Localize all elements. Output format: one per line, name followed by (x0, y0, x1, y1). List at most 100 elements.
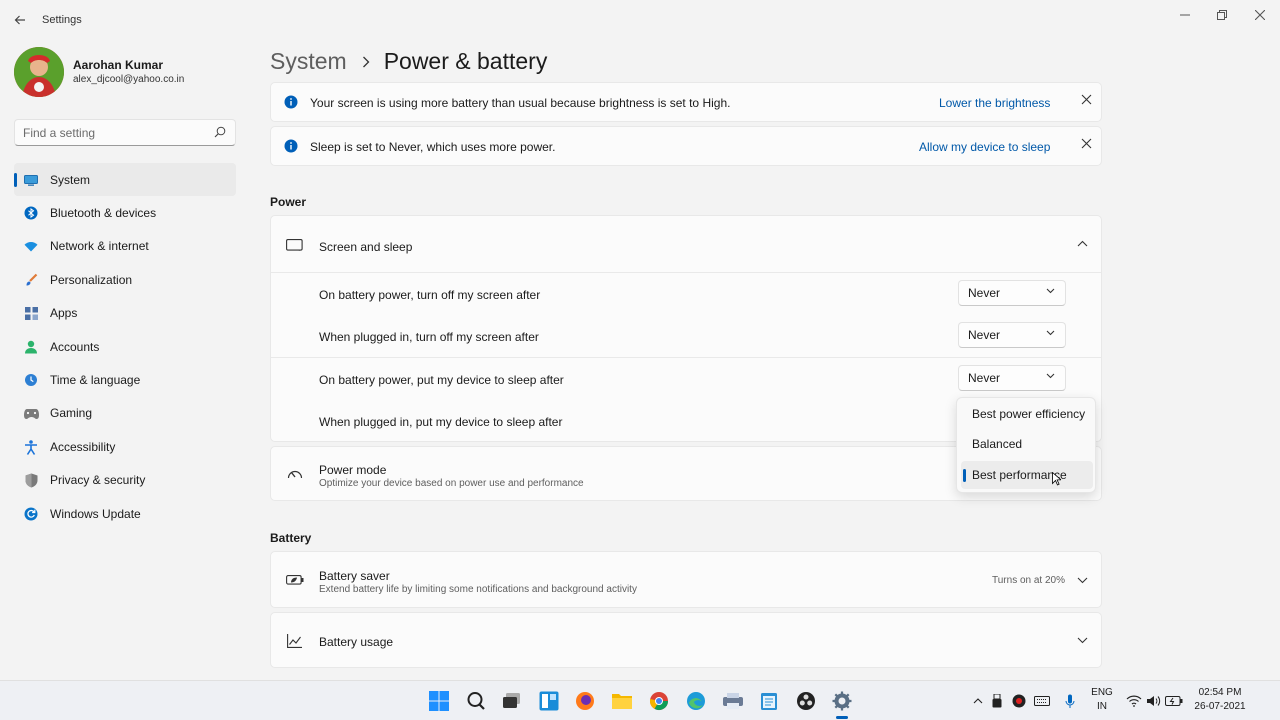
chevron-down-icon (1046, 330, 1055, 336)
sidebar-item-system[interactable]: System (14, 163, 236, 197)
battery-saver-icon (286, 575, 304, 585)
page-title: Power & battery (383, 48, 548, 74)
sidebar-item-label: Accounts (50, 339, 100, 354)
battery-icon[interactable] (1164, 689, 1184, 713)
task-view-icon[interactable] (500, 689, 524, 713)
search-icon[interactable] (464, 689, 488, 713)
widgets-icon[interactable] (537, 689, 561, 713)
minimize-button[interactable] (1166, 2, 1204, 28)
monitor-icon (23, 172, 39, 188)
plugged-screen-off-label: When plugged in, turn off my screen afte… (319, 330, 539, 344)
bluetooth-icon (23, 205, 39, 221)
sidebar-item-label: Accessibility (50, 439, 116, 454)
lower-brightness-link[interactable]: Lower the brightness (939, 96, 1050, 110)
chevron-up-icon (1077, 240, 1088, 247)
sidebar-item-time-language[interactable]: Time & language (14, 363, 236, 396)
sidebar-item-privacy[interactable]: Privacy & security (14, 464, 236, 497)
clock-date[interactable]: 26-07-2021 (1192, 701, 1248, 712)
wifi-icon[interactable] (1124, 689, 1144, 713)
chevron-down-icon (1046, 288, 1055, 294)
close-icon[interactable] (1081, 138, 1092, 149)
brightness-notice: Your screen is using more battery than u… (270, 82, 1102, 122)
sidebar-item-accounts[interactable]: Accounts (14, 330, 236, 363)
firefox-icon[interactable] (573, 689, 597, 713)
clock-time[interactable]: 02:54 PM (1192, 687, 1248, 698)
battery-saver-subtitle: Extend battery life by limiting some not… (319, 584, 637, 595)
sidebar-item-label: Gaming (50, 406, 93, 421)
power-mode-option-balanced[interactable]: Balanced (961, 430, 1093, 458)
search-box[interactable] (14, 119, 236, 146)
power-mode-gauge-icon (287, 470, 303, 479)
restore-button[interactable] (1203, 2, 1241, 28)
sidebar-item-label: Bluetooth & devices (50, 206, 157, 221)
notepad-icon[interactable] (757, 689, 781, 713)
power-mode-subtitle: Optimize your device based on power use … (319, 478, 584, 489)
sidebar-item-gaming[interactable]: Gaming (14, 397, 236, 430)
screen-sleep-header[interactable]: Screen and sleep (271, 216, 1101, 272)
breadcrumb-parent[interactable]: System (270, 48, 347, 75)
allow-sleep-link[interactable]: Allow my device to sleep (919, 140, 1050, 154)
chevron-down-icon (1077, 637, 1088, 644)
battery-sleep-select[interactable]: Never (958, 365, 1066, 391)
globe-clock-icon (23, 372, 39, 388)
sidebar-item-label: System (50, 172, 91, 187)
start-icon[interactable] (427, 689, 451, 713)
search-input[interactable] (15, 120, 205, 145)
power-mode-option-efficiency[interactable]: Best power efficiency (961, 400, 1093, 428)
chrome-icon[interactable] (647, 689, 671, 713)
usb-icon[interactable] (989, 689, 1005, 713)
avatar[interactable] (14, 47, 64, 97)
controller-icon (23, 406, 39, 422)
info-icon (284, 95, 298, 109)
divider (271, 272, 1101, 273)
power-mode-option-performance[interactable]: Best performance (961, 461, 1093, 489)
settings-taskbar-icon[interactable] (830, 689, 854, 713)
power-section-title: Power (270, 195, 307, 209)
obs-icon[interactable] (794, 689, 818, 713)
battery-screen-off-select[interactable]: Never (958, 280, 1066, 306)
wifi-icon (23, 239, 39, 255)
user-email: alex_djcool@yahoo.co.in (73, 74, 185, 85)
accessibility-icon (23, 439, 39, 455)
back-button[interactable] (8, 8, 32, 32)
region-label[interactable]: IN (1090, 701, 1114, 712)
brush-icon (23, 272, 39, 288)
edge-icon[interactable] (684, 689, 708, 713)
battery-saver-status: Turns on at 20% (992, 575, 1066, 586)
shield-icon (23, 473, 39, 489)
chevron-right-icon (362, 56, 370, 68)
restore-icon (1217, 10, 1227, 20)
language-label[interactable]: ENG (1090, 687, 1114, 698)
close-icon (1255, 10, 1265, 20)
chevron-up-icon[interactable] (970, 689, 986, 713)
sleep-notice: Sleep is set to Never, which uses more p… (270, 126, 1102, 166)
apps-icon (23, 306, 39, 322)
sidebar-item-bluetooth[interactable]: Bluetooth & devices (14, 196, 236, 229)
plugged-screen-off-select[interactable]: Never (958, 322, 1066, 348)
divider (271, 357, 1101, 358)
close-icon[interactable] (1081, 94, 1092, 105)
battery-usage-card[interactable]: Battery usage (270, 612, 1102, 668)
window-title: Settings (42, 14, 82, 26)
battery-usage-title: Battery usage (319, 635, 394, 649)
printer-app-icon[interactable] (721, 689, 745, 713)
search-icon[interactable] (214, 126, 226, 138)
sidebar-item-apps[interactable]: Apps (14, 297, 236, 330)
person-icon (23, 339, 39, 355)
sidebar-item-accessibility[interactable]: Accessibility (14, 430, 236, 463)
app-tray-icon[interactable] (1010, 689, 1028, 713)
keyboard-icon[interactable] (1032, 689, 1052, 713)
close-window-button[interactable] (1241, 2, 1279, 28)
microphone-icon[interactable] (1060, 689, 1080, 713)
sidebar-item-personalization[interactable]: Personalization (14, 263, 236, 296)
info-icon (284, 139, 298, 153)
sidebar-item-windows-update[interactable]: Windows Update (14, 497, 236, 530)
battery-saver-title: Battery saver (319, 569, 390, 583)
sidebar-item-network[interactable]: Network & internet (14, 230, 236, 263)
battery-saver-card[interactable]: Battery saver Extend battery life by lim… (270, 551, 1102, 608)
chevron-down-icon (1046, 373, 1055, 379)
update-icon (23, 506, 39, 522)
file-explorer-icon[interactable] (610, 689, 634, 713)
volume-icon[interactable] (1144, 689, 1164, 713)
title-bar: Settings (0, 0, 1280, 40)
